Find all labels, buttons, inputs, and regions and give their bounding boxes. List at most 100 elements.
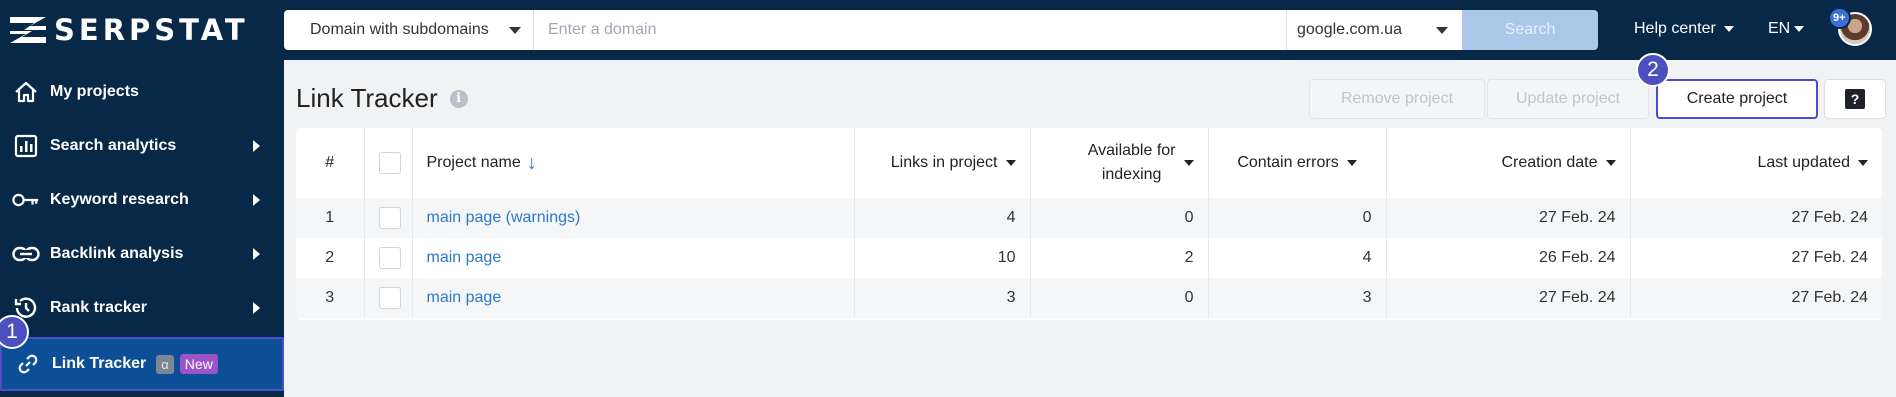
table-header-row: # Project name ↓ Links in project Availa…: [296, 128, 1882, 198]
key-icon: [12, 186, 40, 214]
project-link[interactable]: main page (warnings): [427, 209, 581, 226]
row-checkbox[interactable]: [378, 287, 401, 309]
sidebar-item-label: Keyword research: [50, 191, 189, 208]
scope-dropdown[interactable]: Domain with subdomains: [284, 10, 534, 50]
logo-mark-icon: [10, 17, 46, 43]
row-index: 2: [296, 238, 365, 278]
chevron-right-icon: [253, 302, 260, 314]
notification-badge[interactable]: 9+: [1828, 7, 1851, 29]
page-title: Link Tracker i: [296, 83, 468, 114]
project-link[interactable]: main page: [427, 289, 502, 306]
creation-date-cell: 27 Feb. 24: [1386, 198, 1631, 238]
page-title-text: Link Tracker: [296, 83, 438, 113]
column-header-contain-errors[interactable]: Contain errors: [1208, 128, 1387, 198]
chevron-down-icon: [1183, 160, 1194, 166]
chevron-right-icon: [253, 194, 260, 206]
sidebar-item-label: Link Tracker: [52, 355, 147, 372]
table-row: 2 main page 10 2 4 26 Feb. 24 27 Feb. 24: [296, 238, 1882, 278]
project-name-cell: main page: [412, 278, 855, 318]
row-checkbox[interactable]: [378, 247, 401, 269]
chevron-down-icon: [1794, 26, 1805, 32]
errors-cell: 4: [1208, 238, 1387, 278]
step-2-marker: 2: [1636, 53, 1670, 87]
row-index: 1: [296, 198, 365, 238]
sidebar-item-label: Search analytics: [50, 137, 177, 154]
scope-dropdown-value: Domain with subdomains: [310, 21, 489, 38]
chart-icon: [12, 132, 40, 160]
remove-project-button[interactable]: Remove project: [1309, 79, 1485, 119]
alpha-badge: α: [156, 354, 174, 374]
chain-link-icon: [14, 350, 42, 378]
row-select-cell: [364, 238, 413, 278]
row-checkbox[interactable]: [378, 207, 401, 229]
search-engine-dropdown[interactable]: google.com.ua: [1286, 10, 1462, 50]
info-icon[interactable]: i: [449, 89, 468, 108]
top-bar: SERPSTAT Domain with subdomains google.c…: [0, 0, 1896, 60]
column-header-available-for-indexing[interactable]: Available for indexing: [1030, 128, 1209, 198]
column-header-label: Contain errors: [1237, 154, 1339, 171]
sidebar-item-search-analytics[interactable]: Search analytics: [0, 119, 284, 173]
help-center-menu[interactable]: Help center: [1634, 20, 1734, 38]
new-badge: New: [179, 354, 218, 374]
column-header-label-line1: Available for: [1087, 142, 1176, 159]
sidebar-item-rank-tracker[interactable]: Rank tracker: [0, 281, 284, 335]
language-label: EN: [1768, 20, 1791, 37]
language-menu[interactable]: EN: [1768, 20, 1805, 38]
errors-cell: 0: [1208, 198, 1387, 238]
column-header-creation-date[interactable]: Creation date: [1386, 128, 1631, 198]
links-cell: 10: [854, 238, 1031, 278]
column-header-label: Last updated: [1757, 154, 1850, 171]
sidebar-item-label: Backlink analysis: [50, 245, 184, 262]
row-index: 3: [296, 278, 365, 318]
chevron-down-icon: [1346, 159, 1357, 166]
help-center-label: Help center: [1634, 20, 1716, 37]
column-header-project-name[interactable]: Project name ↓: [412, 128, 855, 198]
select-all-checkbox[interactable]: [378, 152, 401, 174]
links-cell: 3: [854, 278, 1031, 318]
available-cell: 0: [1030, 278, 1209, 318]
update-project-button[interactable]: Update project: [1487, 79, 1649, 119]
domain-input[interactable]: [534, 10, 1286, 50]
sidebar-item-keyword-research[interactable]: Keyword research: [0, 173, 284, 227]
serpstat-logo[interactable]: SERPSTAT: [10, 13, 249, 47]
column-header-index: #: [296, 128, 365, 198]
column-header-label: Project name: [426, 154, 521, 171]
row-select-cell: [364, 278, 413, 318]
home-icon: [12, 78, 40, 106]
row-select-cell: [364, 198, 413, 238]
column-header-last-updated[interactable]: Last updated: [1630, 128, 1882, 198]
project-link[interactable]: main page: [427, 249, 502, 266]
column-header-label: Creation date: [1501, 154, 1598, 171]
logo-text: SERPSTAT: [54, 13, 249, 47]
chevron-down-icon: [1605, 159, 1616, 166]
question-icon: ?: [1845, 89, 1865, 109]
sidebar-item-link-tracker[interactable]: Link Tracker α New: [0, 337, 284, 391]
search-button[interactable]: Search: [1462, 10, 1598, 50]
chevron-down-icon: [1723, 26, 1734, 32]
last-updated-cell: 27 Feb. 24: [1791, 209, 1869, 226]
sidebar-item-backlink-analysis[interactable]: Backlink analysis: [0, 227, 284, 281]
chevron-down-icon: [509, 27, 521, 34]
sidebar-item-my-projects[interactable]: My projects: [0, 65, 284, 119]
errors-cell: 3: [1208, 278, 1387, 318]
column-header-label-line2: indexing: [1101, 166, 1162, 183]
creation-date-cell: 27 Feb. 24: [1386, 278, 1631, 318]
last-updated-cell: 27 Feb. 24: [1791, 249, 1869, 266]
link-icon: [12, 240, 40, 268]
chevron-down-icon: [1005, 159, 1016, 166]
chevron-down-icon: [1858, 159, 1868, 166]
chevron-right-icon: [253, 248, 260, 260]
help-button[interactable]: ?: [1824, 79, 1886, 119]
sidebar-item-label: My projects: [50, 83, 139, 100]
column-header-select: [364, 128, 413, 198]
column-header-links-in-project[interactable]: Links in project: [854, 128, 1031, 198]
create-project-button[interactable]: Create project: [1656, 79, 1818, 119]
chevron-down-icon: [1436, 27, 1448, 34]
domain-search-bar: Domain with subdomains google.com.ua Sea…: [284, 10, 1598, 50]
table-row: 3 main page 3 0 3 27 Feb. 24 27 Feb. 24: [296, 278, 1882, 318]
chevron-right-icon: [253, 140, 260, 152]
links-cell: 4: [854, 198, 1031, 238]
column-header-label: Links in project: [890, 154, 998, 171]
sidebar: My projects Search analytics Keyword res…: [0, 60, 284, 397]
column-header-label: Available for indexing: [1088, 139, 1176, 187]
